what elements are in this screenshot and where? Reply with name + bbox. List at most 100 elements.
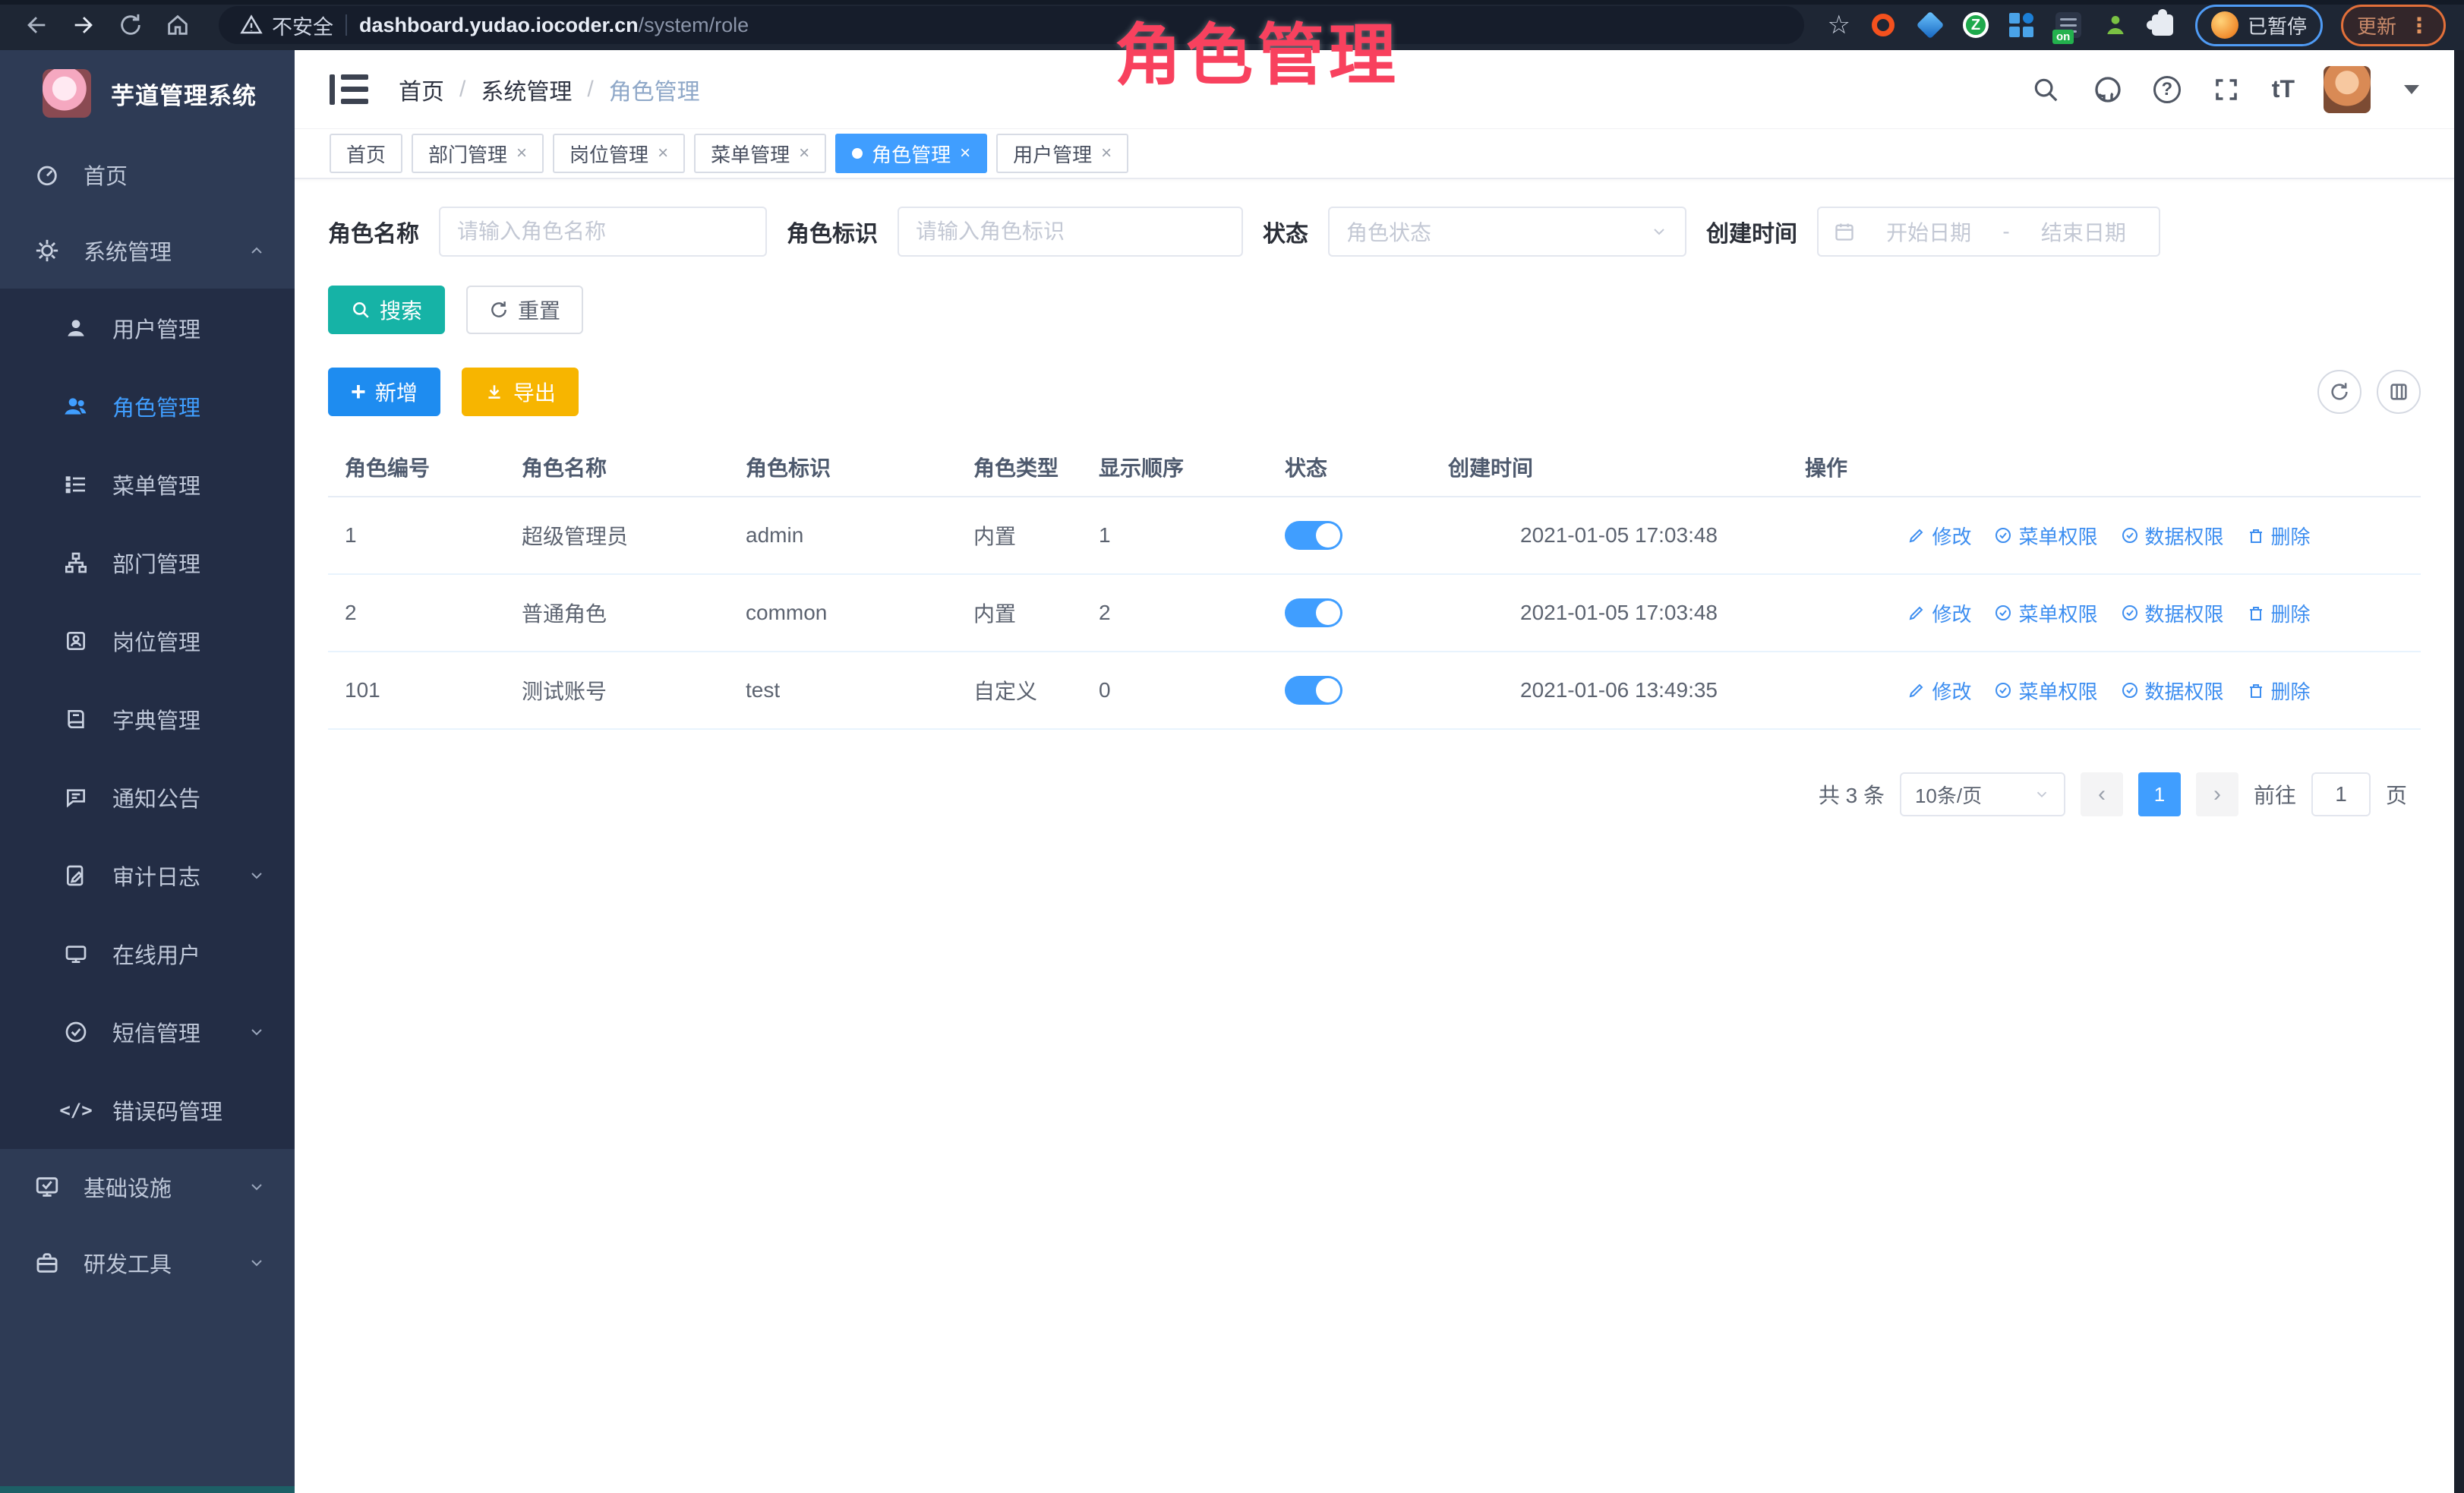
edit-link[interactable]: 修改	[1907, 677, 1971, 705]
delete-link[interactable]: 删除	[2247, 522, 2311, 550]
breadcrumb-system[interactable]: 系统管理	[481, 73, 572, 106]
tab-dept[interactable]: 部门管理×	[412, 134, 544, 173]
delete-link[interactable]: 删除	[2247, 599, 2311, 627]
next-page-button[interactable]: ›	[2196, 772, 2238, 816]
browser-home-icon[interactable]	[159, 7, 196, 43]
user-icon	[62, 316, 90, 340]
add-button[interactable]: +新增	[328, 368, 440, 416]
prev-page-button[interactable]: ‹	[2081, 772, 2123, 816]
cell-role-id: 2	[328, 574, 514, 652]
update-chip[interactable]: 更新⋮	[2341, 5, 2446, 46]
goto-page-input[interactable]	[2311, 772, 2371, 816]
chevron-down-icon[interactable]	[2404, 85, 2419, 94]
browser-scrollbar[interactable]	[2454, 50, 2464, 1493]
date-range-picker[interactable]: 开始日期 - 结束日期	[1817, 207, 2160, 257]
menu-perms-link[interactable]: 菜单权限	[1994, 522, 2097, 550]
shield-check-icon	[62, 1020, 90, 1044]
not-secure-badge[interactable]: 不安全	[240, 11, 333, 40]
extension-grid-icon[interactable]	[2007, 11, 2036, 39]
status-toggle[interactable]	[1285, 598, 1342, 627]
col-role-name: 角色名称	[514, 437, 738, 497]
tab-home[interactable]: 首页	[330, 134, 402, 173]
sidebar-item-home[interactable]: 首页	[0, 137, 295, 213]
extension-green-icon[interactable]: Z	[1963, 12, 1989, 38]
sidebar-item-label: 首页	[84, 159, 128, 191]
sidebar-item-dev-tools[interactable]: 研发工具	[0, 1225, 295, 1301]
help-icon[interactable]: ?	[2153, 76, 2181, 103]
role-name-input[interactable]	[439, 207, 767, 257]
columns-circle-button[interactable]	[2377, 370, 2421, 414]
close-icon[interactable]: ×	[960, 143, 970, 164]
extension-ring-icon[interactable]	[1869, 11, 1898, 39]
search-button-label: 搜索	[380, 295, 422, 325]
reset-button[interactable]: 重置	[466, 286, 583, 334]
menu-perms-link[interactable]: 菜单权限	[1994, 599, 2097, 627]
close-icon[interactable]: ×	[799, 143, 809, 164]
close-icon[interactable]: ×	[516, 143, 527, 164]
address-bar[interactable]: 不安全 dashboard.yudao.iocoder.cn/system/ro…	[219, 6, 1804, 44]
sidebar-item-system[interactable]: 系统管理	[0, 213, 295, 289]
sidebar-item-label: 角色管理	[112, 390, 200, 422]
sidebar-item-infrastructure[interactable]: 基础设施	[0, 1149, 295, 1225]
tab-post[interactable]: 岗位管理×	[553, 134, 685, 173]
fullscreen-icon[interactable]	[2210, 73, 2243, 106]
app-logo-row[interactable]: 芋道管理系统	[0, 50, 295, 137]
sidebar-item-error-codes[interactable]: </> 错误码管理	[0, 1071, 295, 1149]
status-select[interactable]: 角色状态	[1328, 207, 1686, 257]
extension-gem-icon[interactable]	[1916, 11, 1945, 39]
tab-user[interactable]: 用户管理×	[996, 134, 1128, 173]
menu-perms-link[interactable]: 菜单权限	[1994, 677, 2097, 705]
browser-back-icon[interactable]	[18, 7, 55, 43]
status-toggle[interactable]	[1285, 521, 1342, 550]
browser-forward-icon[interactable]	[65, 7, 102, 43]
hamburger-icon[interactable]	[330, 74, 368, 105]
sidebar-item-sms[interactable]: 短信管理	[0, 993, 295, 1071]
edit-link[interactable]: 修改	[1907, 599, 1971, 627]
status-toggle[interactable]	[1285, 676, 1342, 705]
tab-label: 角色管理	[872, 140, 951, 168]
sidebar-item-roles[interactable]: 角色管理	[0, 367, 295, 445]
browser-actions: ☆ Z on 已暂停 更新⋮	[1827, 5, 2446, 46]
table-toolbar: +新增 导出	[328, 368, 2421, 416]
search-icon[interactable]	[2029, 73, 2062, 106]
edit-link[interactable]: 修改	[1907, 522, 1971, 550]
extension-person-icon[interactable]	[2101, 11, 2130, 39]
breadcrumb-separator: /	[587, 77, 593, 103]
role-key-input[interactable]	[898, 207, 1243, 257]
sidebar-item-menus[interactable]: 菜单管理	[0, 445, 295, 523]
breadcrumb-home[interactable]: 首页	[399, 73, 444, 106]
github-icon[interactable]	[2091, 73, 2125, 106]
sidebar-item-posts[interactable]: 岗位管理	[0, 601, 295, 680]
extensions-puzzle-icon[interactable]	[2148, 11, 2177, 39]
close-icon[interactable]: ×	[658, 143, 668, 164]
delete-link[interactable]: 删除	[2247, 677, 2311, 705]
bookmark-star-icon[interactable]: ☆	[1827, 10, 1850, 40]
extension-tabs-icon[interactable]: on	[2054, 11, 2083, 39]
breadcrumb: 首页 / 系统管理 / 角色管理	[399, 73, 700, 106]
sidebar-item-audit-log[interactable]: 审计日志	[0, 836, 295, 914]
tab-menu[interactable]: 菜单管理×	[694, 134, 826, 173]
data-perms-link[interactable]: 数据权限	[2121, 599, 2224, 627]
sidebar-item-users[interactable]: 用户管理	[0, 289, 295, 367]
chevron-up-icon	[248, 241, 266, 260]
data-perms-link[interactable]: 数据权限	[2121, 677, 2224, 705]
search-button[interactable]: 搜索	[328, 286, 445, 334]
font-size-icon[interactable]: tT	[2272, 75, 2295, 103]
avatar[interactable]	[2324, 66, 2371, 113]
export-button[interactable]: 导出	[462, 368, 579, 416]
browser-refresh-icon[interactable]	[112, 7, 149, 43]
tab-role[interactable]: 角色管理 ×	[835, 134, 987, 173]
sidebar-item-online-users[interactable]: 在线用户	[0, 914, 295, 993]
profile-paused-chip[interactable]: 已暂停	[2195, 5, 2323, 46]
trash-icon	[2247, 526, 2265, 544]
sidebar-item-depts[interactable]: 部门管理	[0, 523, 295, 601]
page-size-select[interactable]: 10条/页	[1900, 772, 2065, 816]
dashboard-icon	[33, 162, 61, 188]
sidebar-item-notices[interactable]: 通知公告	[0, 758, 295, 836]
page-1-button[interactable]: 1	[2138, 772, 2181, 816]
sidebar-item-dict[interactable]: 字典管理	[0, 680, 295, 758]
data-perms-link[interactable]: 数据权限	[2121, 522, 2224, 550]
menu-dots-icon[interactable]: ⋮	[2409, 13, 2430, 38]
refresh-circle-button[interactable]	[2317, 370, 2361, 414]
close-icon[interactable]: ×	[1101, 143, 1112, 164]
